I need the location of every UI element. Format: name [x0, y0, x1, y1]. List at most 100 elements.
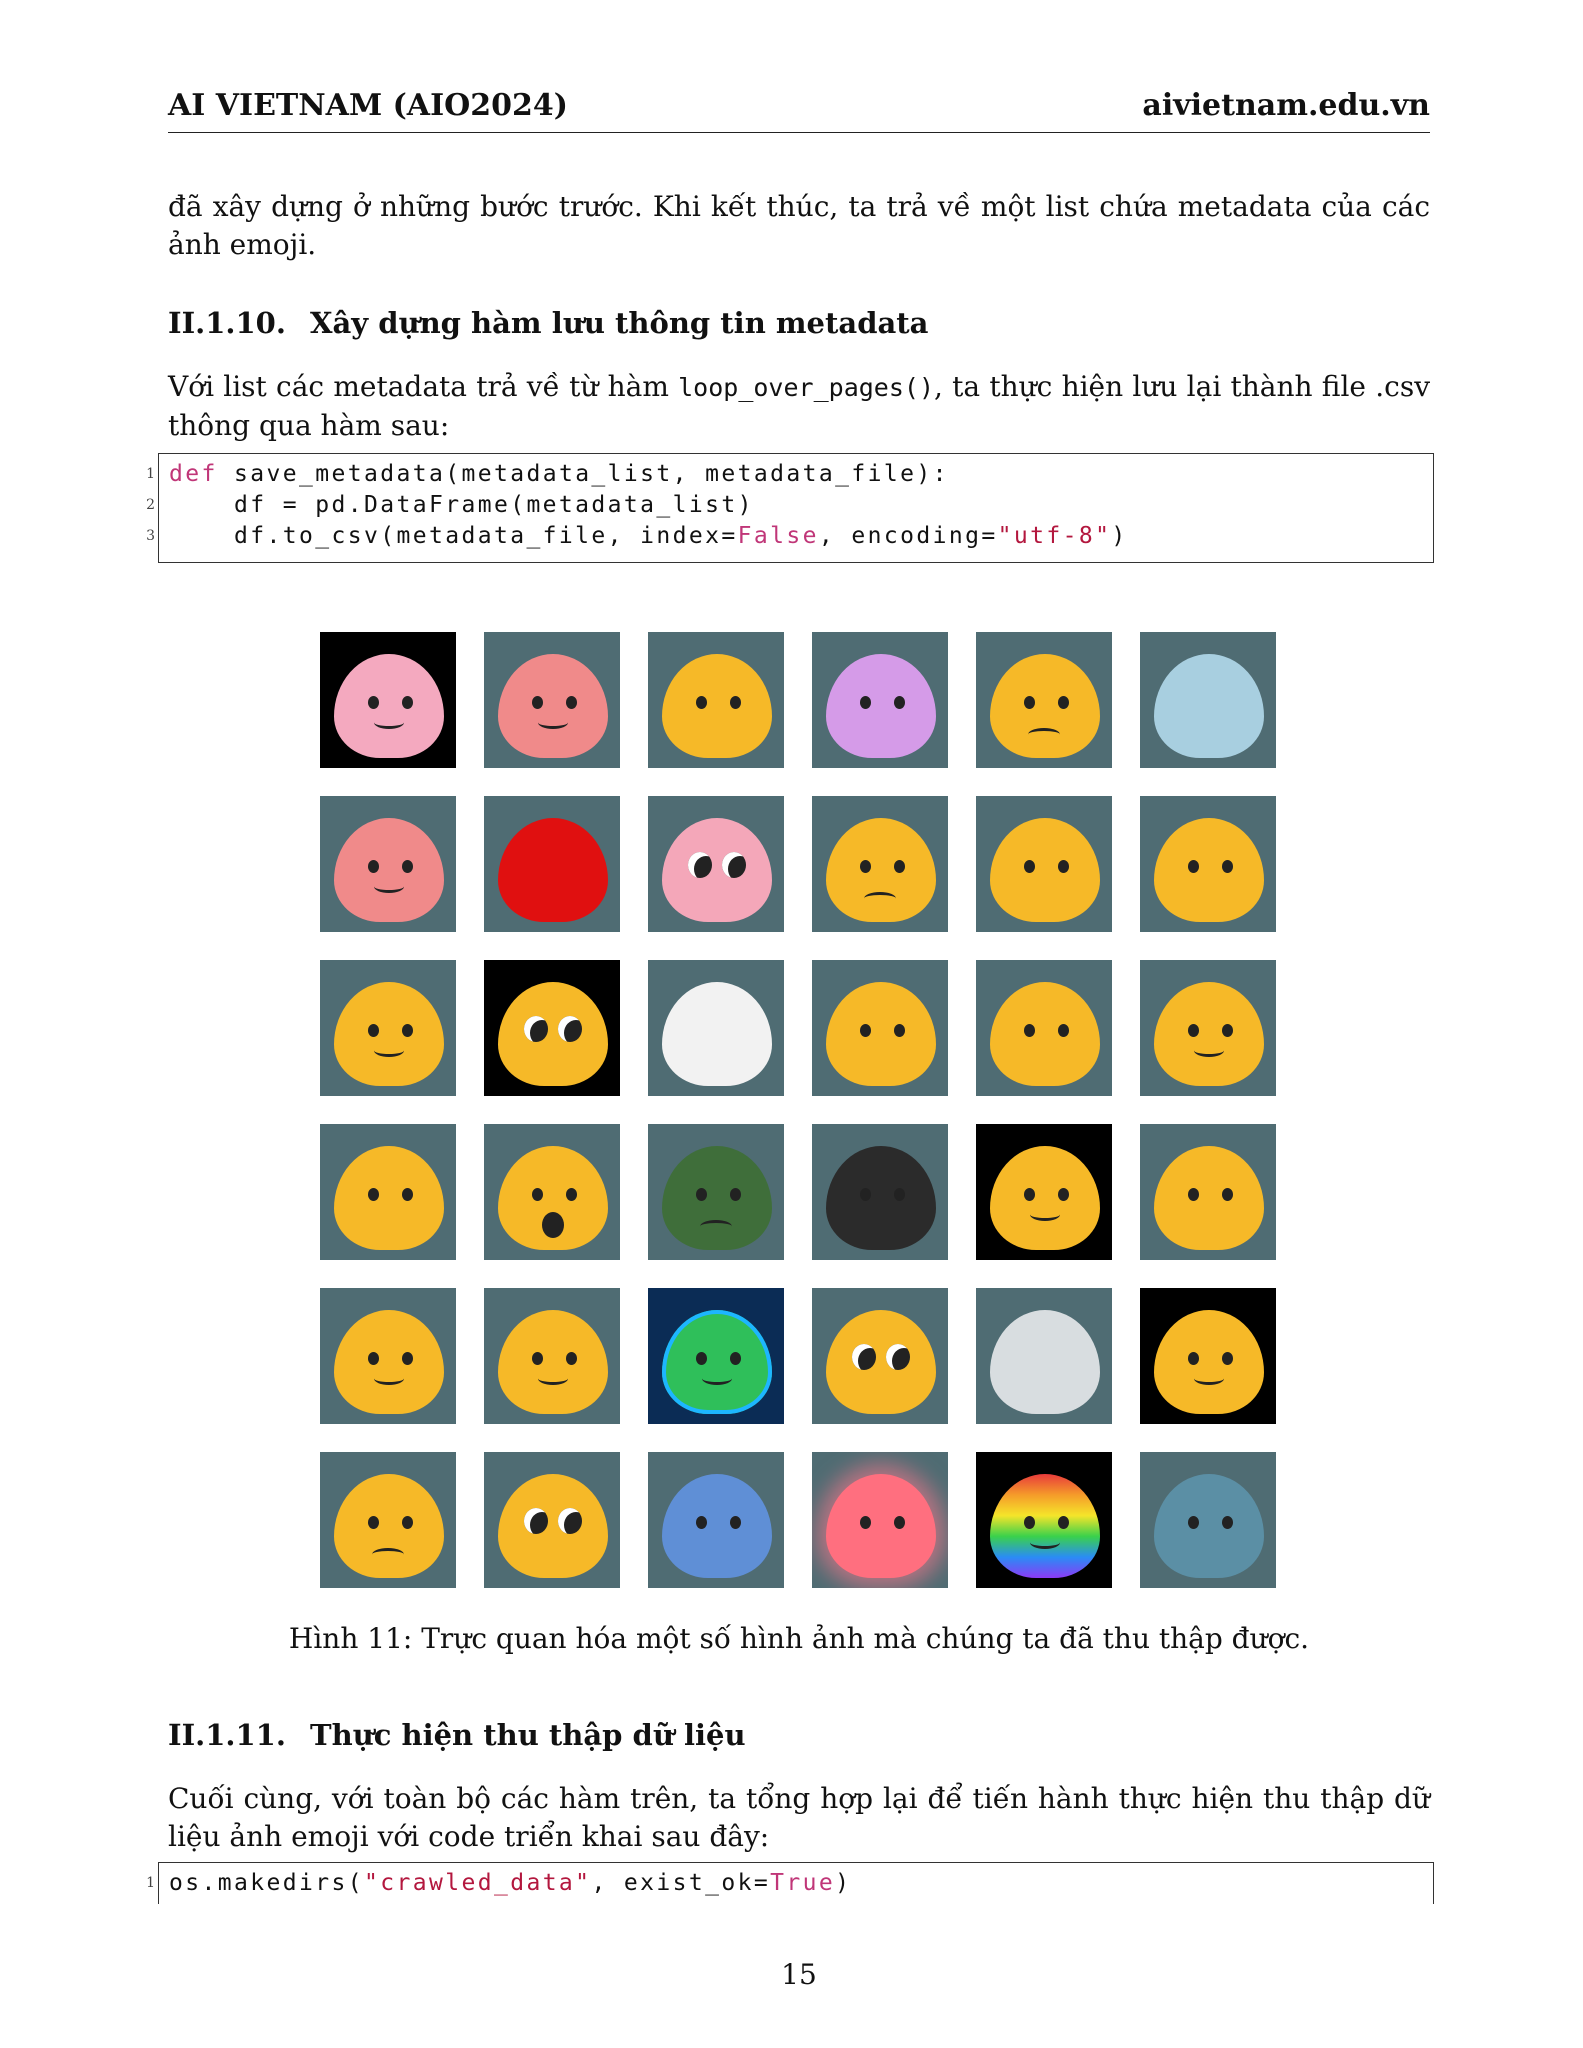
emoji-eye	[1058, 860, 1069, 873]
code-text: )	[835, 1870, 852, 1896]
emoji-eye	[558, 1508, 582, 1534]
emoji-body	[826, 1474, 936, 1578]
cat-blob-icon	[320, 960, 456, 1096]
code-text: , exist_ok=	[591, 1870, 771, 1896]
emoji-eye	[1058, 696, 1069, 709]
emoji-body	[662, 1474, 772, 1578]
section-title: Thực hiện thu thập dữ liệu	[310, 1718, 746, 1752]
shark-icon	[1140, 632, 1276, 768]
text-span: Với list các metadata trả về từ hàm	[168, 370, 679, 403]
blob-thermometer-icon	[812, 796, 948, 932]
emoji-eye	[696, 1516, 707, 1529]
dark-blob-icon	[812, 1124, 948, 1260]
emoji-eye	[402, 860, 413, 873]
emoji-eye	[886, 1344, 910, 1370]
code-text: df.to_csv(metadata_file, index=	[169, 523, 738, 549]
blob-ninja-icon	[1140, 960, 1276, 1096]
code-block-crawl: 1 os.makedirs("crawled_data", exist_ok=Tr…	[146, 1862, 1434, 1904]
blue-cat-icon	[648, 1452, 784, 1588]
emoji-eye	[696, 1352, 707, 1365]
emoji-body	[334, 654, 444, 758]
code-text: df = pd.DataFrame(metadata_list)	[169, 492, 754, 518]
page-number: 15	[781, 1958, 817, 1991]
emoji-body	[498, 982, 608, 1086]
emoji-eye	[1188, 1024, 1199, 1037]
emoji-body	[826, 1146, 936, 1250]
blob-happy-tears-icon	[976, 1124, 1112, 1260]
blob-witch-icon	[812, 960, 948, 1096]
emoji-eye	[532, 1352, 543, 1365]
emoji-eye	[852, 1344, 876, 1370]
emoji-eye	[402, 696, 413, 709]
blob-gift-icon	[976, 960, 1112, 1096]
emoji-eye	[860, 696, 871, 709]
section-11-paragraph: Cuối cùng, với toàn bộ các hàm trên, ta …	[168, 1782, 1430, 1853]
emoji-eye	[1058, 1516, 1069, 1529]
emoji-grid	[320, 632, 1276, 1588]
code-keyword: True	[770, 1870, 836, 1896]
section-title: Xây dựng hàm lưu thông tin metadata	[310, 306, 929, 340]
emoji-mouth	[372, 1548, 404, 1561]
emoji-eye	[566, 1188, 577, 1201]
section-number: II.1.10.	[168, 306, 286, 340]
blob-glasses-icon	[320, 1124, 456, 1260]
emoji-body	[334, 982, 444, 1086]
emoji-body	[990, 818, 1100, 922]
purple-blob-hearts-icon	[812, 632, 948, 768]
hand-petting-blob-icon	[1140, 1124, 1276, 1260]
code-line: 3 df.to_csv(metadata_file, index=False, …	[146, 521, 1433, 552]
emoji-body	[334, 1146, 444, 1250]
emoji-mouth	[1028, 728, 1060, 741]
emoji-body	[662, 654, 772, 758]
emoji-eye	[368, 1024, 379, 1037]
emoji-eye	[558, 1016, 582, 1042]
emoji-mouth	[542, 1212, 564, 1238]
emoji-eye	[368, 696, 379, 709]
emoji-eye	[860, 860, 871, 873]
emoji-eye	[1222, 1352, 1233, 1365]
emoji-mouth	[702, 1372, 732, 1385]
emoji-body	[826, 982, 936, 1086]
emoji-eye	[566, 1352, 577, 1365]
section-heading-10: II.1.10. Xây dựng hàm lưu thông tin metad…	[168, 306, 928, 340]
emoji-eye	[1188, 1516, 1199, 1529]
emoji-body	[826, 818, 936, 922]
emoji-body	[990, 654, 1100, 758]
emoji-body	[662, 1310, 772, 1414]
emoji-mouth	[374, 1044, 404, 1057]
blob-toilet-icon	[976, 1288, 1112, 1424]
line-number: 1	[146, 1875, 155, 1891]
code-keyword: def	[169, 461, 218, 487]
emoji-eye	[860, 1516, 871, 1529]
emoji-mouth	[374, 880, 404, 893]
emoji-mouth	[700, 1220, 732, 1233]
emoji-eye	[894, 1024, 905, 1037]
blob-reading-icon	[484, 1288, 620, 1424]
line-number: 3	[146, 528, 155, 544]
emoji-body	[990, 1474, 1100, 1578]
emoji-eye	[894, 1516, 905, 1529]
blob-pleading-icon	[812, 1288, 948, 1424]
emoji-eye	[1222, 1024, 1233, 1037]
code-text: os.makedirs(	[169, 1870, 364, 1896]
emoji-eye	[1024, 1188, 1035, 1201]
emoji-eye	[1058, 1024, 1069, 1037]
code-line: 2 df = pd.DataFrame(metadata_list)	[146, 490, 1433, 521]
emoji-eye	[730, 1516, 741, 1529]
emoji-eye	[368, 1516, 379, 1529]
emoji-mouth	[1030, 1208, 1060, 1221]
emoji-eye	[1024, 1024, 1035, 1037]
emoji-eye	[1024, 860, 1035, 873]
emoji-body	[1154, 1474, 1264, 1578]
pink-blob-with-chick-icon	[484, 632, 620, 768]
blob-wave-icon	[320, 1288, 456, 1424]
emoji-eye	[730, 1188, 741, 1201]
blob-googly-eyes-icon	[484, 960, 620, 1096]
emoji-eye	[1222, 1516, 1233, 1529]
emoji-body	[498, 1474, 608, 1578]
emoji-eye	[860, 1188, 871, 1201]
page-header: AI VIETNAM (AIO2024) aivietnam.edu.vn	[168, 88, 1430, 133]
emoji-eye	[722, 852, 746, 878]
emoji-body	[826, 654, 936, 758]
emoji-eye	[368, 860, 379, 873]
